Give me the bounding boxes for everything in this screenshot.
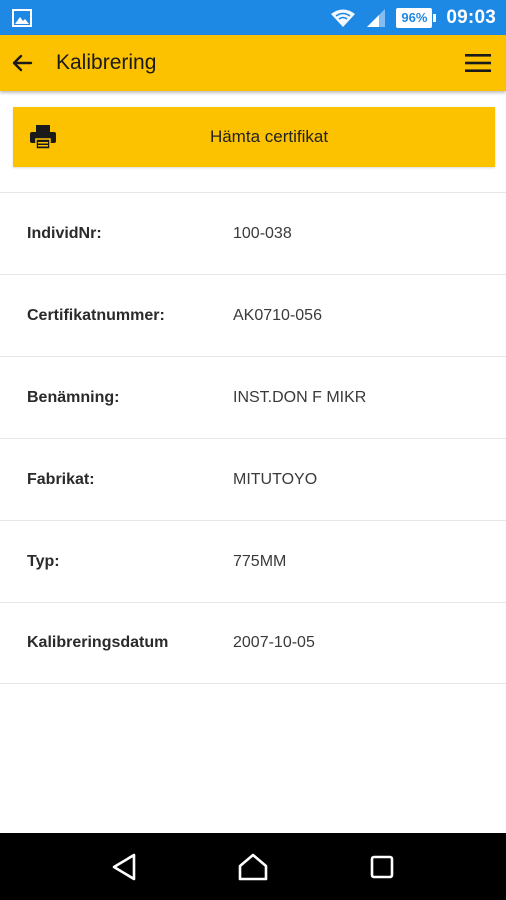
detail-label: Benämning:	[27, 388, 120, 406]
status-left	[12, 8, 32, 27]
detail-row-type: Typ: 775MM	[0, 520, 506, 602]
detail-row-certificate-number: Certifikatnummer: AK0710-056	[0, 274, 506, 356]
details-list: IndividNr: 100-038 Certifikatnummer: AK0…	[0, 192, 506, 684]
detail-value: MITUTOYO	[233, 470, 318, 488]
detail-value: AK0710-056	[233, 306, 322, 324]
get-certificate-label: Hämta certifikat	[209, 127, 329, 146]
back-button[interactable]	[0, 35, 44, 91]
battery-level: 96%	[396, 7, 433, 28]
status-bar: 96% 09:03	[0, 0, 506, 35]
status-right: 96% 09:03	[330, 7, 496, 29]
nav-recents-button[interactable]	[352, 837, 412, 897]
detail-value: 775MM	[233, 552, 287, 570]
nav-back-button[interactable]	[94, 837, 154, 897]
nav-home-button[interactable]	[223, 837, 283, 897]
app-bar: Kalibrering	[0, 35, 506, 91]
detail-row-calibration-date: Kalibreringsdatum 2007-10-05	[0, 602, 506, 684]
battery-icon: 96%	[396, 7, 437, 28]
printer-icon	[30, 125, 56, 150]
detail-label: Certifikatnummer:	[27, 306, 165, 324]
home-icon	[238, 853, 268, 880]
detail-value: 100-038	[233, 224, 292, 242]
system-nav-bar	[0, 833, 506, 900]
detail-label: IndividNr:	[27, 224, 102, 242]
get-certificate-button[interactable]: Hämta certifikat	[13, 107, 495, 167]
detail-value: 2007-10-05	[233, 634, 315, 651]
hamburger-menu-icon	[465, 54, 491, 72]
arrow-left-icon	[12, 54, 33, 72]
clock: 09:03	[446, 6, 496, 28]
wifi-icon	[331, 9, 356, 27]
detail-label: Typ:	[27, 552, 60, 570]
detail-row-manufacturer: Fabrikat: MITUTOYO	[0, 438, 506, 520]
signal-icon	[367, 8, 386, 27]
detail-row-individnr: IndividNr: 100-038	[0, 192, 506, 274]
detail-label: Kalibreringsdatum	[27, 634, 169, 651]
detail-value: INST.DON F MIKR	[233, 388, 367, 406]
page-title: Kalibrering	[56, 51, 157, 74]
detail-label: Fabrikat:	[27, 470, 95, 488]
recents-square-icon	[370, 855, 393, 878]
menu-button[interactable]	[450, 35, 506, 91]
back-triangle-icon	[113, 853, 136, 880]
detail-row-name: Benämning: INST.DON F MIKR	[0, 356, 506, 438]
gallery-icon	[12, 8, 32, 27]
